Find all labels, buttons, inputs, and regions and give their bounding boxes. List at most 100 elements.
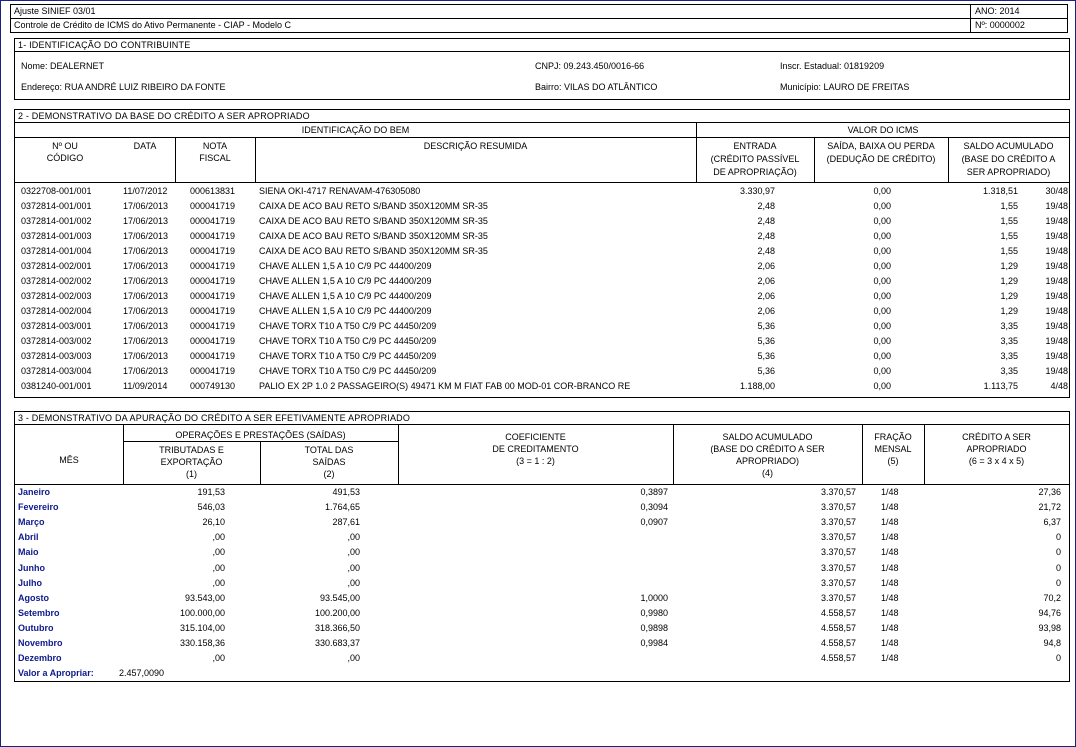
month-total-saidas: 93.545,00 xyxy=(319,592,360,603)
asset-entrada: 5,36 xyxy=(757,351,775,361)
section-2-title: 2 - DEMONSTRATIVO DA BASE DO CRÉDITO A S… xyxy=(15,110,1069,123)
assets-table-body: 0322708-001/001 11/07/2012 000613831 SIENA … xyxy=(15,183,1069,395)
month-fracao: 1/48 xyxy=(881,517,899,528)
month-tributadas: 100.000,00 xyxy=(179,607,225,618)
month-credito: 0 xyxy=(1055,577,1061,588)
asset-saldo: 1,29 xyxy=(1000,261,1018,271)
col-nota-line2: FISCAL xyxy=(199,153,231,163)
asset-row: 0372814-002/004 17/06/2013 000041719 CHAVE … xyxy=(15,304,1069,319)
asset-data: 17/06/2013 xyxy=(123,291,169,301)
month-fracao: 1/48 xyxy=(881,622,899,633)
col-saida-line2: (DEDUÇÃO DE CRÉDITO) xyxy=(826,154,936,164)
month-credito: 6,37 xyxy=(1043,517,1061,528)
asset-row: 0372814-002/003 17/06/2013 000041719 CHAVE … xyxy=(15,289,1069,304)
asset-descricao: CHAVE TORX T10 A T50 C/9 PC 44450/209 xyxy=(259,351,437,361)
month-name: Outubro xyxy=(18,622,54,633)
section-3-title: 3 - DEMONSTRATIVO DA APURAÇÃO DO CRÉDITO… xyxy=(15,412,1069,425)
month-name: Julho xyxy=(18,577,42,588)
asset-row: 0372814-001/004 17/06/2013 000041719 CAIXA … xyxy=(15,244,1069,259)
col-entrada-line2: (CRÉDITO PASSÍVEL xyxy=(710,154,800,164)
asset-nota: 000041719 xyxy=(190,246,236,256)
col-mes-header: MÊS xyxy=(59,455,79,465)
month-tributadas: 26,10 xyxy=(202,517,225,528)
month-credito: 93,98 xyxy=(1038,622,1061,633)
doc-reference: Ajuste SINIEF 03/01 xyxy=(10,4,971,19)
month-credito: 0 xyxy=(1055,547,1061,558)
asset-nota: 000041719 xyxy=(190,291,236,301)
valor-apropriar-value: 2.457,0090 xyxy=(119,668,165,678)
asset-saida: 0,00 xyxy=(873,216,891,226)
col-saldo3-line3: APROPRIADO) xyxy=(735,456,799,466)
month-tributadas: 93.543,00 xyxy=(184,592,225,603)
asset-saldo: 3,35 xyxy=(1000,321,1018,331)
month-total-saidas: ,00 xyxy=(347,577,360,588)
month-credito: 0 xyxy=(1055,653,1061,664)
asset-descricao: SIENA OKI-4717 RENAVAM-476305080 xyxy=(259,186,421,196)
month-coeficiente: 0,3897 xyxy=(640,487,668,497)
asset-entrada: 5,36 xyxy=(757,366,775,376)
asset-descricao: CAIXA DE ACO BAU RETO S/BAND 350X120MM S… xyxy=(259,201,488,211)
asset-row: 0372814-003/004 17/06/2013 000041719 CHAVE … xyxy=(15,364,1069,379)
asset-fracao: 19/48 xyxy=(1045,231,1068,241)
col-fracao-line2: MENSAL xyxy=(874,444,912,454)
asset-row: 0322708-001/001 11/07/2012 000613831 SIENA … xyxy=(15,184,1069,199)
month-credito: 0 xyxy=(1055,562,1061,573)
month-saldo: 3.370,57 xyxy=(820,502,856,513)
month-name: Setembro xyxy=(18,607,60,618)
month-saldo: 3.370,57 xyxy=(820,487,856,497)
asset-nota: 000041719 xyxy=(190,366,236,376)
month-row: Junho ,00 ,00 3.370,57 1/48 0 xyxy=(15,561,1069,576)
asset-entrada: 5,36 xyxy=(757,336,775,346)
month-total-saidas: ,00 xyxy=(347,532,360,543)
asset-saldo: 3,35 xyxy=(1000,336,1018,346)
asset-codigo: 0372814-001/002 xyxy=(21,216,92,226)
month-total-saidas: 287,61 xyxy=(332,517,360,528)
asset-nota: 000613831 xyxy=(190,186,236,196)
month-total-saidas: ,00 xyxy=(347,653,360,664)
asset-saida: 0,00 xyxy=(873,291,891,301)
col-saldo3-line4: (4) xyxy=(762,468,773,478)
month-tributadas: ,00 xyxy=(212,532,225,543)
month-row: Março 26,10 287,61 0,0907 3.370,57 1/48 6,37 xyxy=(15,515,1069,530)
month-row: Julho ,00 ,00 3.370,57 1/48 0 xyxy=(15,576,1069,591)
asset-nota: 000041719 xyxy=(190,216,236,226)
asset-nota: 000041719 xyxy=(190,351,236,361)
month-row: Setembro 100.000,00 100.200,00 0,9980 4.558,… xyxy=(15,606,1069,621)
asset-nota: 000041719 xyxy=(190,231,236,241)
asset-nota: 000041719 xyxy=(190,201,236,211)
col-codigo-line2: CÓDIGO xyxy=(46,153,84,163)
month-saldo: 3.370,57 xyxy=(820,577,856,588)
asset-saida: 0,00 xyxy=(873,366,891,376)
asset-descricao: PALIO EX 2P 1.0 2 PASSAGEIRO(S) 49471 KM… xyxy=(259,381,631,391)
col-entrada-line3: DE APROPRIAÇÃO) xyxy=(713,167,797,177)
asset-row: 0372814-001/003 17/06/2013 000041719 CAIXA … xyxy=(15,229,1069,244)
month-row: Fevereiro 546,03 1.764,65 0,3094 3.370,57 1/4… xyxy=(15,500,1069,515)
month-name: Fevereiro xyxy=(18,502,59,513)
month-total-saidas: ,00 xyxy=(347,562,360,573)
month-total-saidas: ,00 xyxy=(347,547,360,558)
col-credito-header: CRÉDITO A SER APROPRIADO (6 = 3 x 4 x 5) xyxy=(924,431,1069,467)
col-codigo-header: Nº OU CÓDIGO xyxy=(15,140,115,164)
asset-nota: 000041719 xyxy=(190,336,236,346)
asset-saldo: 1,29 xyxy=(1000,291,1018,301)
asset-saldo: 1,55 xyxy=(1000,201,1018,211)
asset-fracao: 19/48 xyxy=(1045,201,1068,211)
month-fracao: 1/48 xyxy=(881,577,899,588)
asset-codigo: 0372814-003/002 xyxy=(21,336,92,346)
asset-fracao: 19/48 xyxy=(1045,336,1068,346)
month-saldo: 3.370,57 xyxy=(820,592,856,603)
month-coeficiente: 0,3094 xyxy=(640,502,668,513)
col-total-line3: (2) xyxy=(323,469,335,479)
col-coef-line3: (3 = 1 : 2) xyxy=(516,456,555,466)
asset-row: 0372814-003/003 17/06/2013 000041719 CHAVE … xyxy=(15,349,1069,364)
col-saldo-line1: SALDO ACUMULADO xyxy=(963,141,1054,151)
month-coeficiente: 0,9980 xyxy=(640,607,668,618)
month-name: Junho xyxy=(18,562,45,573)
asset-entrada: 3.330,97 xyxy=(739,186,775,196)
month-name: Novembro xyxy=(18,638,63,648)
section-1-title: 1- IDENTIFICAÇÃO DO CONTRIBUINTE xyxy=(15,39,1069,52)
group-valor-icms: VALOR DO ICMS xyxy=(847,125,919,135)
asset-data: 17/06/2013 xyxy=(123,231,169,241)
asset-saida: 0,00 xyxy=(873,321,891,331)
col-trib-line2: EXPORTAÇÃO xyxy=(160,457,223,467)
